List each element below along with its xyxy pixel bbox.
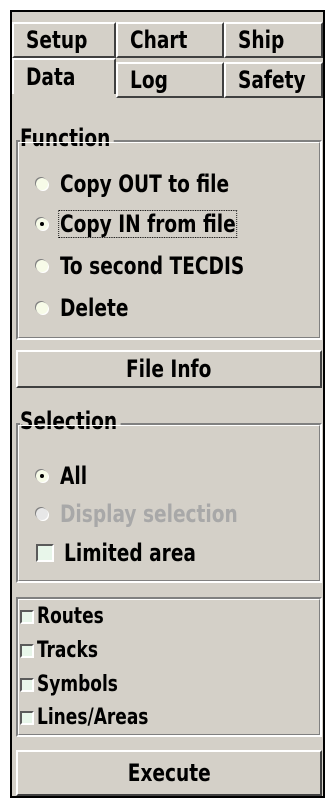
- second-tecdis-option[interactable]: To second TECDIS: [36, 254, 274, 278]
- tracks-label: Tracks: [37, 638, 98, 663]
- lines-areas-checkbox[interactable]: [20, 711, 34, 725]
- selection-group-label: Selection: [20, 409, 121, 433]
- tab-ship-label: Ship: [238, 26, 285, 54]
- radio-all[interactable]: [36, 470, 48, 482]
- display-selection-label: Display selection: [60, 500, 238, 528]
- tab-safety[interactable]: Safety: [224, 62, 323, 98]
- display-selection-option: Display selection: [36, 502, 267, 526]
- tab-chart-label: Chart: [130, 26, 188, 54]
- lines-areas-label: Lines/Areas: [37, 705, 149, 730]
- radio-copy-in[interactable]: [36, 218, 48, 230]
- radio-delete[interactable]: [36, 302, 48, 314]
- copy-out-label: Copy OUT to file: [60, 170, 230, 198]
- routes-option[interactable]: Routes: [20, 606, 115, 628]
- copy-out-option[interactable]: Copy OUT to file: [36, 172, 257, 196]
- lines-areas-option[interactable]: Lines/Areas: [20, 707, 167, 729]
- routes-label: Routes: [37, 604, 104, 629]
- limited-area-option[interactable]: Limited area: [36, 541, 217, 565]
- execute-button[interactable]: Execute: [16, 750, 322, 796]
- symbols-option[interactable]: Symbols: [20, 674, 131, 696]
- tab-log-label: Log: [130, 66, 168, 94]
- tab-log[interactable]: Log: [116, 62, 224, 98]
- function-group-label: Function: [20, 126, 114, 150]
- tab-safety-label: Safety: [238, 66, 306, 94]
- radio-display-selection: [36, 508, 48, 520]
- tracks-option[interactable]: Tracks: [20, 640, 108, 662]
- tab-setup[interactable]: Setup: [12, 22, 116, 58]
- tab-chart[interactable]: Chart: [116, 22, 224, 58]
- limited-area-checkbox[interactable]: [36, 544, 54, 562]
- file-info-label: File Info: [126, 355, 212, 383]
- tab-ship[interactable]: Ship: [224, 22, 323, 58]
- delete-label: Delete: [60, 294, 129, 322]
- radio-second-tecdis[interactable]: [36, 260, 48, 272]
- all-option[interactable]: All: [36, 464, 92, 488]
- symbols-label: Symbols: [37, 672, 118, 697]
- tab-data-label: Data: [26, 63, 76, 91]
- tab-setup-label: Setup: [26, 26, 88, 54]
- file-info-button[interactable]: File Info: [16, 350, 322, 388]
- radio-copy-out[interactable]: [36, 178, 48, 190]
- copy-in-label: Copy IN from file: [58, 210, 238, 238]
- copy-in-option[interactable]: Copy IN from file: [36, 210, 264, 238]
- execute-label: Execute: [127, 759, 211, 787]
- second-tecdis-label: To second TECDIS: [60, 252, 245, 280]
- routes-checkbox[interactable]: [20, 610, 34, 624]
- delete-option[interactable]: Delete: [36, 296, 140, 320]
- symbols-checkbox[interactable]: [20, 678, 34, 692]
- tracks-checkbox[interactable]: [20, 644, 34, 658]
- limited-area-label: Limited area: [64, 539, 196, 567]
- all-label: All: [60, 462, 88, 490]
- tab-data[interactable]: Data: [12, 58, 116, 94]
